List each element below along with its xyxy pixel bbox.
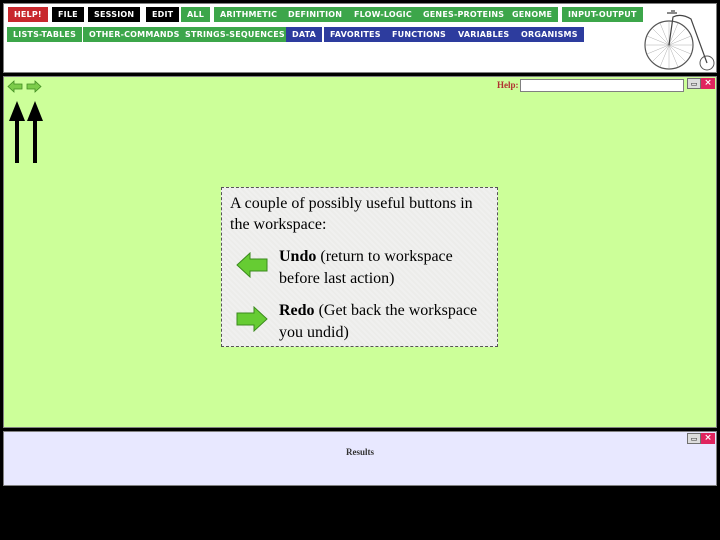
up-arrows-indicator-icon [9,101,43,163]
redo-title: Redo [279,302,315,319]
definition-button[interactable]: DEFINITION [282,7,349,22]
file-button[interactable]: FILE [52,7,84,22]
command-toolbar: HELP! FILE SESSION EDIT ALL ARITHMETIC D… [3,3,717,73]
undo-green-arrow-icon [236,252,268,278]
genes-proteins-button[interactable]: GENES-PROTEINS [417,7,511,22]
workspace-panel[interactable]: Help: ▭ × A couple of possibly useful bu… [3,76,717,428]
penny-farthing-logo [644,10,715,71]
results-close-button[interactable]: × [701,433,715,444]
arithmetic-button[interactable]: ARITHMETIC [214,7,284,22]
edit-button[interactable]: EDIT [146,7,180,22]
results-minimize-button[interactable]: ▭ [687,433,701,444]
input-output-button[interactable]: INPUT-OUTPUT [562,7,643,22]
data-button[interactable]: DATA [286,27,323,42]
strings-sequences-button[interactable]: STRINGS-SEQUENCES [179,27,291,42]
redo-info-row: Redo (Get back the workspace you undid) [222,300,497,350]
session-button[interactable]: SESSION [88,7,141,22]
genome-button[interactable]: GENOME [506,7,559,22]
variables-button[interactable]: VARIABLES [452,27,516,42]
undo-title: Undo [279,248,317,265]
organisms-button[interactable]: ORGANISMS [515,27,584,42]
results-title: Results [345,447,374,457]
info-heading: A couple of possibly useful buttons in t… [230,195,473,233]
undo-description: Undo (return to workspace before last ac… [279,246,494,290]
lists-tables-button[interactable]: LISTS-TABLES [7,27,83,42]
help-button[interactable]: HELP! [8,7,48,22]
undo-arrow-icon[interactable] [7,80,23,93]
undo-info-row: Undo (return to workspace before last ac… [222,246,497,296]
other-commands-button[interactable]: OTHER-COMMANDS [83,27,186,42]
functions-button[interactable]: FUNCTIONS [386,27,453,42]
undo-redo-info-box: A couple of possibly useful buttons in t… [221,187,498,347]
workspace-close-button[interactable]: × [701,78,715,89]
results-panel[interactable]: Results ▭ × [3,431,717,486]
redo-description: Redo (Get back the workspace you undid) [279,300,494,344]
redo-green-arrow-icon [236,306,268,332]
all-button[interactable]: ALL [181,7,210,22]
favorites-button[interactable]: FAVORITES [324,27,387,42]
help-search-input[interactable] [520,79,684,92]
workspace-minimize-button[interactable]: ▭ [687,78,701,89]
help-label: Help: [497,80,519,90]
redo-arrow-icon[interactable] [26,80,42,93]
flow-logic-button[interactable]: FLOW-LOGIC [348,7,418,22]
